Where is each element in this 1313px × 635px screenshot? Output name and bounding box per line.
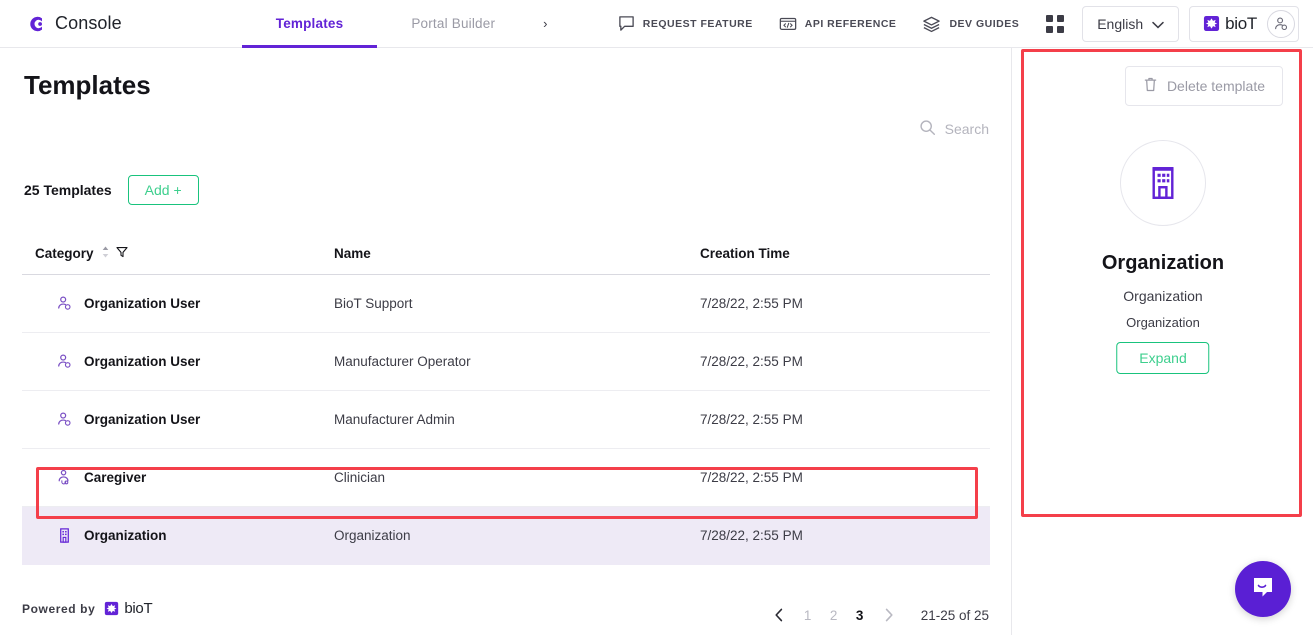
template-count: 25 Templates [24,182,112,198]
search-placeholder: Search [944,121,989,137]
dev-guides-label: DEV GUIDES [949,17,1020,30]
pagination-range: 21-25 of 25 [920,607,989,623]
biot-wordmark: bioT [1225,13,1257,33]
expand-button[interactable]: Expand [1116,342,1210,374]
trash-icon [1143,76,1158,96]
request-feature-link[interactable]: REQUEST FEATURE [605,0,766,48]
delete-template-label: Delete template [1166,78,1265,94]
avatar[interactable] [1267,9,1295,38]
chat-launcher-button[interactable] [1235,561,1291,617]
brand-name: Console [55,13,122,33]
chevron-right-icon[interactable] [873,601,905,629]
cell-name: BioT Support [334,296,413,311]
pagination: 1 2 3 21-25 of 25 [763,601,989,629]
cell-creation-time: 7/28/22, 2:55 PM [700,412,803,427]
delete-template-button[interactable]: Delete template [1124,66,1283,106]
cell-name: Organization [334,528,411,543]
app-root: Console Templates Portal Builder › REQUE… [0,0,1313,635]
biot-mark-icon [1204,15,1220,32]
cell-name: Manufacturer Operator [334,354,471,369]
api-reference-link[interactable]: API REFERENCE [766,0,910,48]
templates-table: Category Name Creation Time Organization… [22,233,990,565]
cell-category: Caregiver [84,470,147,485]
page-button-3[interactable]: 3 [847,601,873,629]
chat-smile-icon [1249,573,1277,606]
brand-logo[interactable]: Console [28,13,122,34]
language-value: English [1097,15,1144,32]
template-detail-panel: Delete template Organization Organizatio… [1013,48,1313,635]
table-row[interactable]: Organization User Manufacturer Operator … [22,333,990,391]
cell-creation-time: 7/28/22, 2:55 PM [700,354,803,369]
user-gear-icon [1275,16,1288,30]
footer-biot-logo: bioT [104,600,153,617]
cell-category: Organization User [84,296,201,311]
nav-right-group: REQUEST FEATURE API REFERENCE DEV GUIDES… [605,0,1313,48]
user-gear-icon [58,296,71,310]
panel-subtitle-primary: Organization [1123,288,1203,304]
filter-icon[interactable] [115,246,128,261]
biot-mark-icon [105,601,119,616]
tab-templates[interactable]: Templates [241,0,378,48]
column-header-creation-time[interactable]: Creation Time [700,246,990,261]
column-header-category-label: Category [35,246,94,261]
search-input[interactable]: Search [919,119,989,139]
column-header-name[interactable]: Name [334,246,700,261]
page-title: Templates [24,70,151,100]
cell-creation-time: 7/28/22, 2:55 PM [700,528,803,543]
add-template-button[interactable]: Add + [127,175,199,205]
request-feature-label: REQUEST FEATURE [642,17,753,30]
caregiver-icon [58,469,69,485]
api-reference-label: API REFERENCE [804,17,897,30]
cell-category: Organization User [84,354,201,369]
building-icon [60,528,69,543]
row-icon-cell [22,295,84,312]
cell-name: Clinician [334,470,386,485]
page-button-1[interactable]: 1 [795,601,821,629]
top-navigation-bar: Console Templates Portal Builder › REQUE… [0,0,1313,48]
account-button[interactable]: bioT [1189,5,1299,42]
powered-by-label: Powered by [22,601,96,616]
user-gear-icon [58,354,71,368]
building-icon [1152,167,1174,199]
chevron-left-icon[interactable] [763,601,795,629]
biot-logo: bioT [1203,14,1257,34]
language-selector[interactable]: English [1082,5,1180,42]
row-icon-cell [22,469,84,486]
console-logo-icon [28,15,46,33]
main-content: Templates Search 25 Templates Add + Cate… [0,48,1012,635]
cell-category: Organization User [84,412,201,427]
apps-grid-icon[interactable] [1032,14,1078,33]
panel-title: Organization [1101,252,1225,274]
table-row[interactable]: Caregiver Clinician 7/28/22, 2:55 PM [22,449,990,507]
footer-biot-wordmark: bioT [124,600,153,617]
tab-portal-builder[interactable]: Portal Builder [377,0,529,48]
user-gear-icon [58,412,71,426]
chevron-down-icon [1152,16,1164,32]
cell-creation-time: 7/28/22, 2:55 PM [700,296,803,311]
cell-category: Organization [84,528,167,543]
cell-name: Manufacturer Admin [334,412,455,427]
table-row[interactable]: Organization User Manufacturer Admin 7/2… [22,391,990,449]
nav-tabs: Templates Portal Builder › [241,0,562,48]
row-icon-cell [22,527,84,544]
sort-arrows-icon[interactable] [101,245,110,262]
row-icon-cell [22,411,84,428]
page-button-2[interactable]: 2 [821,601,847,629]
nav-more-chevron-icon[interactable]: › [529,16,561,31]
cell-creation-time: 7/28/22, 2:55 PM [700,470,803,485]
panel-avatar [1120,140,1206,226]
dev-guides-link[interactable]: DEV GUIDES [909,0,1032,48]
table-row[interactable]: Organization User BioT Support 7/28/22, … [22,275,990,333]
count-and-add-row: 25 Templates Add + [24,175,199,205]
speech-bubble-icon [618,15,635,32]
table-row[interactable]: Organization Organization 7/28/22, 2:55 … [22,507,990,565]
search-icon [919,119,936,139]
footer: Powered by bioT [22,600,153,617]
column-header-category[interactable]: Category [22,245,334,262]
books-icon [922,15,941,33]
code-folder-icon [779,15,797,32]
row-icon-cell [22,353,84,370]
table-header-row: Category Name Creation Time [22,233,990,275]
panel-subtitle-secondary: Organization [1126,315,1200,330]
